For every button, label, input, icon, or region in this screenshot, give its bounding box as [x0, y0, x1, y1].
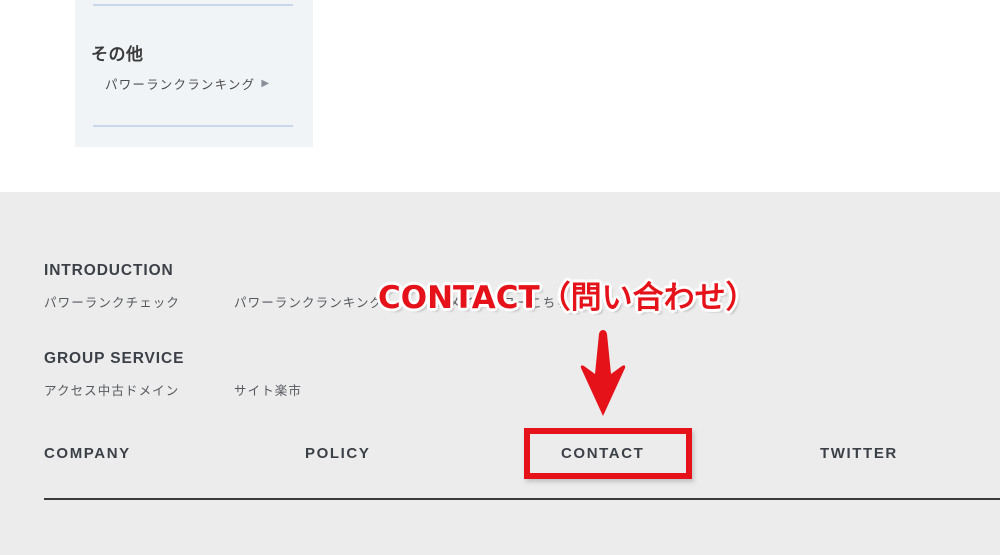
footer-link[interactable]: アクセス中古ドメイン	[44, 380, 234, 399]
footer-nav-item-contact[interactable]: CONTACT	[561, 445, 644, 462]
footer-nav-item-policy[interactable]: POLICY	[305, 445, 370, 462]
footer-group-title-introduction: INTRODUCTION	[44, 262, 174, 279]
footer-nav-item-twitter[interactable]: TWITTER	[820, 445, 898, 462]
sidebar-card: その他 パワーランクランキング ▶	[75, 0, 313, 147]
card-divider-top	[93, 4, 293, 6]
footer-link[interactable]: ドメインパワーこちら	[434, 292, 570, 311]
sidebar-card-link[interactable]: パワーランクランキング ▶	[105, 74, 269, 93]
sidebar-card-link-label: パワーランクランキング	[105, 78, 256, 92]
site-footer: INTRODUCTION パワーランクチェック パワーランクランキング ドメイン…	[0, 192, 1000, 555]
page-content-area: その他 パワーランクランキング ▶	[0, 0, 1000, 192]
footer-links-group-service: アクセス中古ドメイン サイト楽市	[44, 380, 302, 399]
footer-link[interactable]: パワーランクランキング	[234, 292, 434, 311]
footer-link[interactable]: パワーランクチェック	[44, 292, 234, 311]
footer-links-introduction: パワーランクチェック パワーランクランキング ドメインパワーこちら	[44, 292, 570, 311]
footer-nav-item-company[interactable]: COMPANY	[44, 445, 131, 462]
footer-horizontal-rule	[44, 498, 1000, 500]
footer-group-title-group-service: GROUP SERVICE	[44, 350, 185, 367]
triangle-right-icon: ▶	[261, 77, 270, 89]
card-divider-bottom	[93, 125, 293, 127]
footer-nav: COMPANY POLICY CONTACT TWITTER	[0, 437, 1000, 477]
footer-link[interactable]: サイト楽市	[234, 380, 302, 399]
sidebar-card-heading: その他	[91, 45, 144, 64]
